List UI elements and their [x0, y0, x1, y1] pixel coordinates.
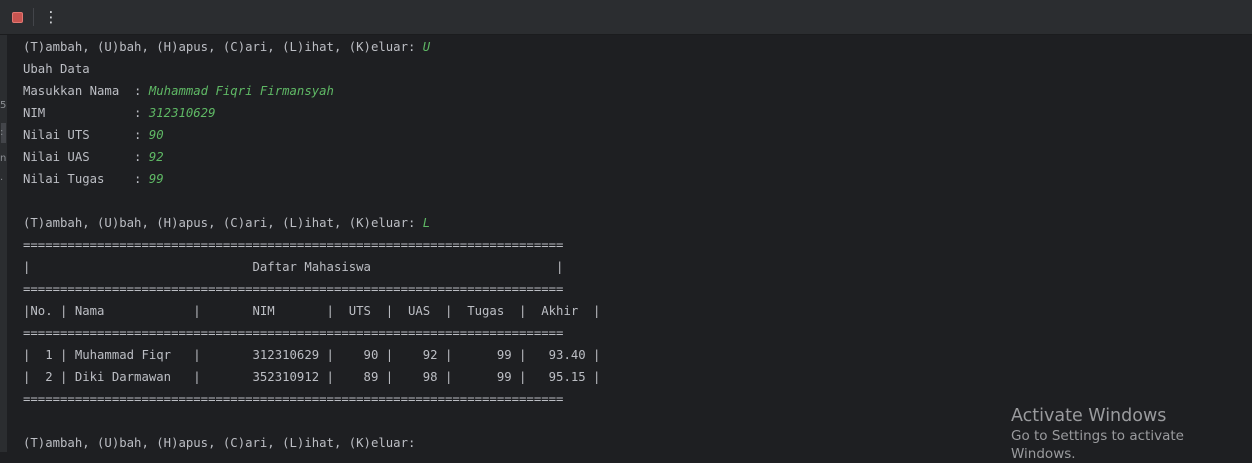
- console-line: Masukkan Nama : Muhammad Fiqri Firmansya…: [23, 80, 600, 102]
- console-user-input: 312310629: [148, 106, 216, 120]
- stop-square-icon: [11, 11, 23, 23]
- console-output-text: Nilai UTS :: [23, 128, 149, 142]
- console-line: Nilai UAS : 92: [23, 146, 600, 168]
- console-line: ========================================…: [23, 234, 600, 256]
- activation-watermark: Activate Windows Go to Settings to activ…: [1011, 405, 1252, 463]
- gutter-mark: :: [0, 127, 4, 138]
- gutter-mark: .: [0, 172, 4, 183]
- console-output-text: ========================================…: [23, 282, 564, 296]
- console-line: NIM : 312310629: [23, 102, 600, 124]
- console-line: Nilai Tugas : 99: [23, 168, 600, 190]
- gutter-mark: 5: [0, 100, 7, 111]
- console-output-text: | 1 | Muhammad Fiqr | 312310629 | 90 | 9…: [23, 348, 601, 362]
- more-options-button[interactable]: ⋮: [42, 6, 60, 28]
- console-output-text: Nilai Tugas :: [23, 172, 149, 186]
- stop-button[interactable]: [8, 8, 26, 26]
- console-line: ========================================…: [23, 278, 600, 300]
- console-user-input: Muhammad Fiqri Firmansyah: [148, 84, 334, 98]
- console-output-text: ========================================…: [23, 326, 564, 340]
- console-user-input: 90: [148, 128, 164, 142]
- console-line: | 2 | Diki Darmawan | 352310912 | 89 | 9…: [23, 366, 600, 388]
- console-line: ========================================…: [23, 388, 600, 410]
- console-output-text: (T)ambah, (U)bah, (H)apus, (C)ari, (L)ih…: [23, 40, 423, 54]
- console-user-input: L: [422, 216, 431, 230]
- console-line: (T)ambah, (U)bah, (H)apus, (C)ari, (L)ih…: [23, 36, 600, 58]
- console-line: Ubah Data: [23, 58, 600, 80]
- console-user-input: U: [422, 40, 431, 54]
- console-line: ========================================…: [23, 322, 600, 344]
- console-output-text: ========================================…: [23, 238, 564, 252]
- console-output-text: Masukkan Nama :: [23, 84, 149, 98]
- console-output-text: |No. | Nama | NIM | UTS | UAS | Tugas | …: [23, 304, 601, 318]
- toolbar-separator: [33, 8, 34, 26]
- console-line: | 1 | Muhammad Fiqr | 312310629 | 90 | 9…: [23, 344, 600, 366]
- run-toolbar: ⋮: [0, 0, 1252, 35]
- console-line: | Daftar Mahasiswa |: [23, 256, 600, 278]
- console-output-text: NIM :: [23, 106, 149, 120]
- console-output-text: | 2 | Diki Darmawan | 352310912 | 89 | 9…: [23, 370, 601, 384]
- console-line: (T)ambah, (U)bah, (H)apus, (C)ari, (L)ih…: [23, 212, 600, 234]
- console-output-text: Ubah Data: [23, 62, 90, 76]
- vertical-ellipsis-icon: ⋮: [43, 7, 59, 26]
- console-output[interactable]: (T)ambah, (U)bah, (H)apus, (C)ari, (L)ih…: [23, 36, 600, 454]
- gutter-mark: n: [0, 153, 7, 164]
- side-gutter: 5 : n .: [0, 35, 7, 452]
- console-output-text: Nilai UAS :: [23, 150, 149, 164]
- console-line: (T)ambah, (U)bah, (H)apus, (C)ari, (L)ih…: [23, 432, 600, 454]
- console-user-input: 99: [148, 172, 164, 186]
- console-output-text: (T)ambah, (U)bah, (H)apus, (C)ari, (L)ih…: [23, 436, 423, 450]
- console-output-text: ========================================…: [23, 392, 564, 406]
- console-output-text: (T)ambah, (U)bah, (H)apus, (C)ari, (L)ih…: [23, 216, 423, 230]
- watermark-subtitle: Go to Settings to activate Windows.: [1011, 428, 1184, 462]
- console-user-input: 92: [148, 150, 164, 164]
- console-output-text: | Daftar Mahasiswa |: [23, 260, 564, 274]
- console-line: Nilai UTS : 90: [23, 124, 600, 146]
- watermark-title: Activate Windows: [1011, 406, 1167, 426]
- console-line: |No. | Nama | NIM | UTS | UAS | Tugas | …: [23, 300, 600, 322]
